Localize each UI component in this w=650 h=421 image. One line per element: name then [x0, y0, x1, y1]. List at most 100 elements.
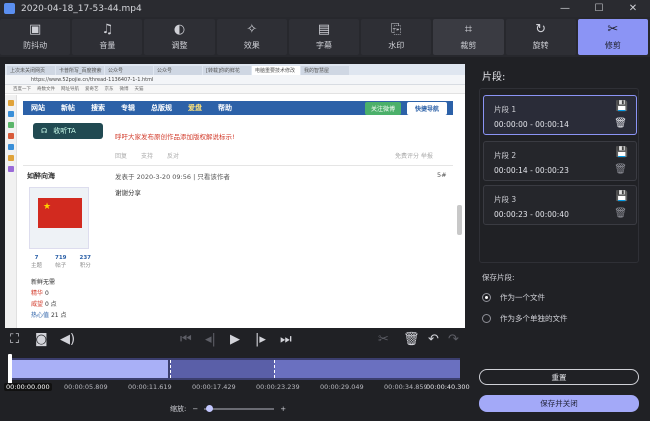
quick-nav: 快捷导航	[406, 101, 447, 115]
radio-button[interactable]	[482, 314, 491, 323]
rotate-icon: ↻	[535, 22, 547, 37]
maximize-icon[interactable]: ☐	[582, 0, 616, 17]
tool-adjust[interactable]: ◐ 调整	[144, 19, 215, 55]
tool-crop[interactable]: ⌗ 裁剪	[433, 19, 504, 55]
watermark-icon: ⎘	[391, 22, 402, 37]
save-icon[interactable]: 💾	[616, 191, 628, 202]
timeline-segment-2[interactable]	[170, 360, 274, 378]
save-icon[interactable]: 💾	[616, 101, 628, 112]
minimize-icon[interactable]: —	[548, 0, 582, 17]
subtitle-icon: ▤	[317, 22, 331, 37]
magic-wand-icon: ✧	[246, 22, 258, 37]
post-meta: 发表于 2020-3-20 09:56 | 只看该作者	[115, 173, 230, 181]
clip-item[interactable]: 片段 3 00:00:23 - 00:00:40 💾 🗑	[483, 185, 637, 225]
browser-tab: 我的智慧屋	[301, 66, 349, 75]
clip-item[interactable]: 片段 2 00:00:14 - 00:00:23 💾 🗑	[483, 141, 637, 181]
browser-address: https://www.52pojie.cn/thread-1136407-1-…	[5, 75, 465, 85]
listen-button: ☊ 收听TA	[33, 123, 103, 139]
bookmark: 微博	[119, 87, 129, 92]
tool-trim[interactable]: ✂ 修剪	[577, 19, 648, 55]
tick-label: 00:00:23.239	[256, 383, 300, 391]
trash-icon[interactable]: 🗑	[614, 118, 627, 129]
app-icon	[4, 3, 15, 14]
clip-name: 片段 1	[494, 105, 517, 114]
clip-range: 00:00:14 - 00:00:23	[494, 166, 569, 175]
bookmark: 京东	[104, 87, 114, 92]
avatar: ★	[29, 187, 89, 249]
cut-scissors-icon[interactable]: ✂	[378, 332, 389, 348]
tool-label: 防抖动	[23, 41, 48, 50]
playhead[interactable]	[8, 354, 12, 384]
tool-subtitle[interactable]: ▤ 字幕	[288, 19, 360, 55]
bookmark: 爱奇艺	[85, 87, 99, 92]
snapshot-camera-icon[interactable]: ◙	[35, 332, 48, 348]
browser-page: 网站 新帖 搜索 专辑 总版规 爱盘 帮助 关注微博 快捷导航 ☊ 收听TA 呼吁…	[5, 95, 465, 328]
player-controls: ⛶ ◙ ◀) ⏮ ◂| ▶ |▸ ⏭ ✂ 🗑 ↶ ↷	[0, 330, 468, 352]
nav-item: 新帖	[61, 104, 75, 112]
undo-icon[interactable]: ↶	[428, 332, 439, 348]
crop-icon: ⌗	[464, 22, 473, 37]
timeline-track[interactable]	[8, 354, 460, 384]
nav-item: 帮助	[218, 104, 232, 112]
title-bar: 2020-04-18_17-53-44.mp4 — ☐ ✕	[0, 0, 650, 17]
nav-item: 搜索	[91, 104, 105, 112]
forum-nav: 网站 新帖 搜索 专辑 总版规 爱盘 帮助 关注微博 快捷导航	[23, 101, 453, 115]
bookmark: 天猫	[134, 87, 144, 92]
tool-volume[interactable]: ♫ 音量	[72, 19, 143, 55]
trash-icon[interactable]: 🗑	[614, 208, 627, 219]
browser-tabs: 上次未关闭网页 卡普所写_百度搜索 公众号 公众号 [转载]你的鲜花 电脑重要技…	[5, 64, 465, 75]
tool-stabilize[interactable]: ▣ 防抖动	[0, 19, 71, 55]
tick-label: 00:00:29.049	[320, 383, 364, 391]
step-forward-icon[interactable]: |▸	[255, 332, 266, 348]
follow-badge: 关注微博	[364, 101, 401, 115]
option-single-file[interactable]: 作为一个文件	[482, 292, 545, 303]
reset-button[interactable]: 重置	[479, 369, 639, 385]
volume-icon[interactable]: ◀)	[60, 332, 75, 348]
clip-name: 片段 2	[494, 151, 517, 160]
option-multiple-files[interactable]: 作为多个单独的文件	[482, 313, 568, 324]
option-label: 作为多个单独的文件	[500, 314, 568, 323]
nav-item: 专辑	[121, 104, 135, 112]
skip-start-icon[interactable]: ⏮	[180, 332, 192, 348]
forum-notice: 呼吁大家发布原创作品添加版权解说标示!	[115, 133, 235, 141]
browser-tab: 公众号	[154, 66, 202, 75]
zoom-slider-knob[interactable]	[206, 405, 214, 412]
save-icon[interactable]: 💾	[616, 147, 628, 158]
zoom-in-icon[interactable]: +	[280, 405, 286, 413]
redo-icon[interactable]: ↷	[448, 332, 459, 348]
zoom-out-icon[interactable]: −	[192, 405, 198, 413]
current-time: 00:00:00.000	[4, 383, 52, 391]
user-rank: 新鲜无需	[31, 279, 56, 286]
zoom-slider[interactable]	[204, 405, 275, 412]
user-stats: 7 主题 719 帖子 237 积分	[31, 255, 91, 269]
close-icon[interactable]: ✕	[616, 0, 650, 17]
clips-title: 片段:	[482, 72, 506, 83]
browser-tab: [转载]你的鲜花	[203, 66, 251, 75]
save-and-close-button[interactable]: 保存并关闭	[479, 395, 639, 412]
fullscreen-icon[interactable]: ⛶	[10, 332, 19, 348]
skip-end-icon[interactable]: ⏭	[280, 332, 292, 348]
tool-effects[interactable]: ✧ 效果	[216, 19, 287, 55]
tool-label: 修剪	[604, 41, 621, 50]
post-tools: 回复 支持 反对 免费评分 举报	[115, 153, 433, 160]
timeline-ticks: 00:00:00.000 00:00:05.809 00:00:11.619 0…	[4, 383, 470, 395]
browser-tab: 卡普所写_百度搜索	[56, 66, 104, 75]
bookmark: 网址导航	[61, 87, 79, 92]
tick-label: 00:00:40.300	[426, 383, 470, 391]
trash-icon[interactable]: 🗑	[614, 164, 627, 175]
tool-rotate[interactable]: ↻ 旋转	[505, 19, 576, 55]
clip-name: 片段 3	[494, 195, 517, 204]
clip-list: 片段 1 00:00:00 - 00:00:14 💾 🗑 片段 2 00:00:…	[479, 88, 639, 263]
tool-watermark[interactable]: ⎘ 水印	[361, 19, 432, 55]
browser-tab: 公众号	[105, 66, 153, 75]
browser-tab: 电脑重要技术修改	[252, 66, 300, 75]
bookmark: 奇数文件	[37, 87, 55, 92]
timeline-segment-1[interactable]	[8, 360, 168, 378]
step-back-icon[interactable]: ◂|	[205, 332, 216, 348]
play-icon[interactable]: ▶	[230, 332, 240, 348]
delete-icon[interactable]: 🗑	[403, 332, 420, 348]
clip-item[interactable]: 片段 1 00:00:00 - 00:00:14 💾 🗑	[483, 95, 637, 135]
tool-bar: ▣ 防抖动 ♫ 音量 ◐ 调整 ✧ 效果 ▤ 字幕 ⎘ 水印 ⌗ 裁剪 ↻ 旋转 ✂ 修剪	[0, 17, 650, 57]
timeline-segment-3[interactable]	[274, 360, 460, 378]
radio-button-checked[interactable]	[482, 293, 491, 302]
